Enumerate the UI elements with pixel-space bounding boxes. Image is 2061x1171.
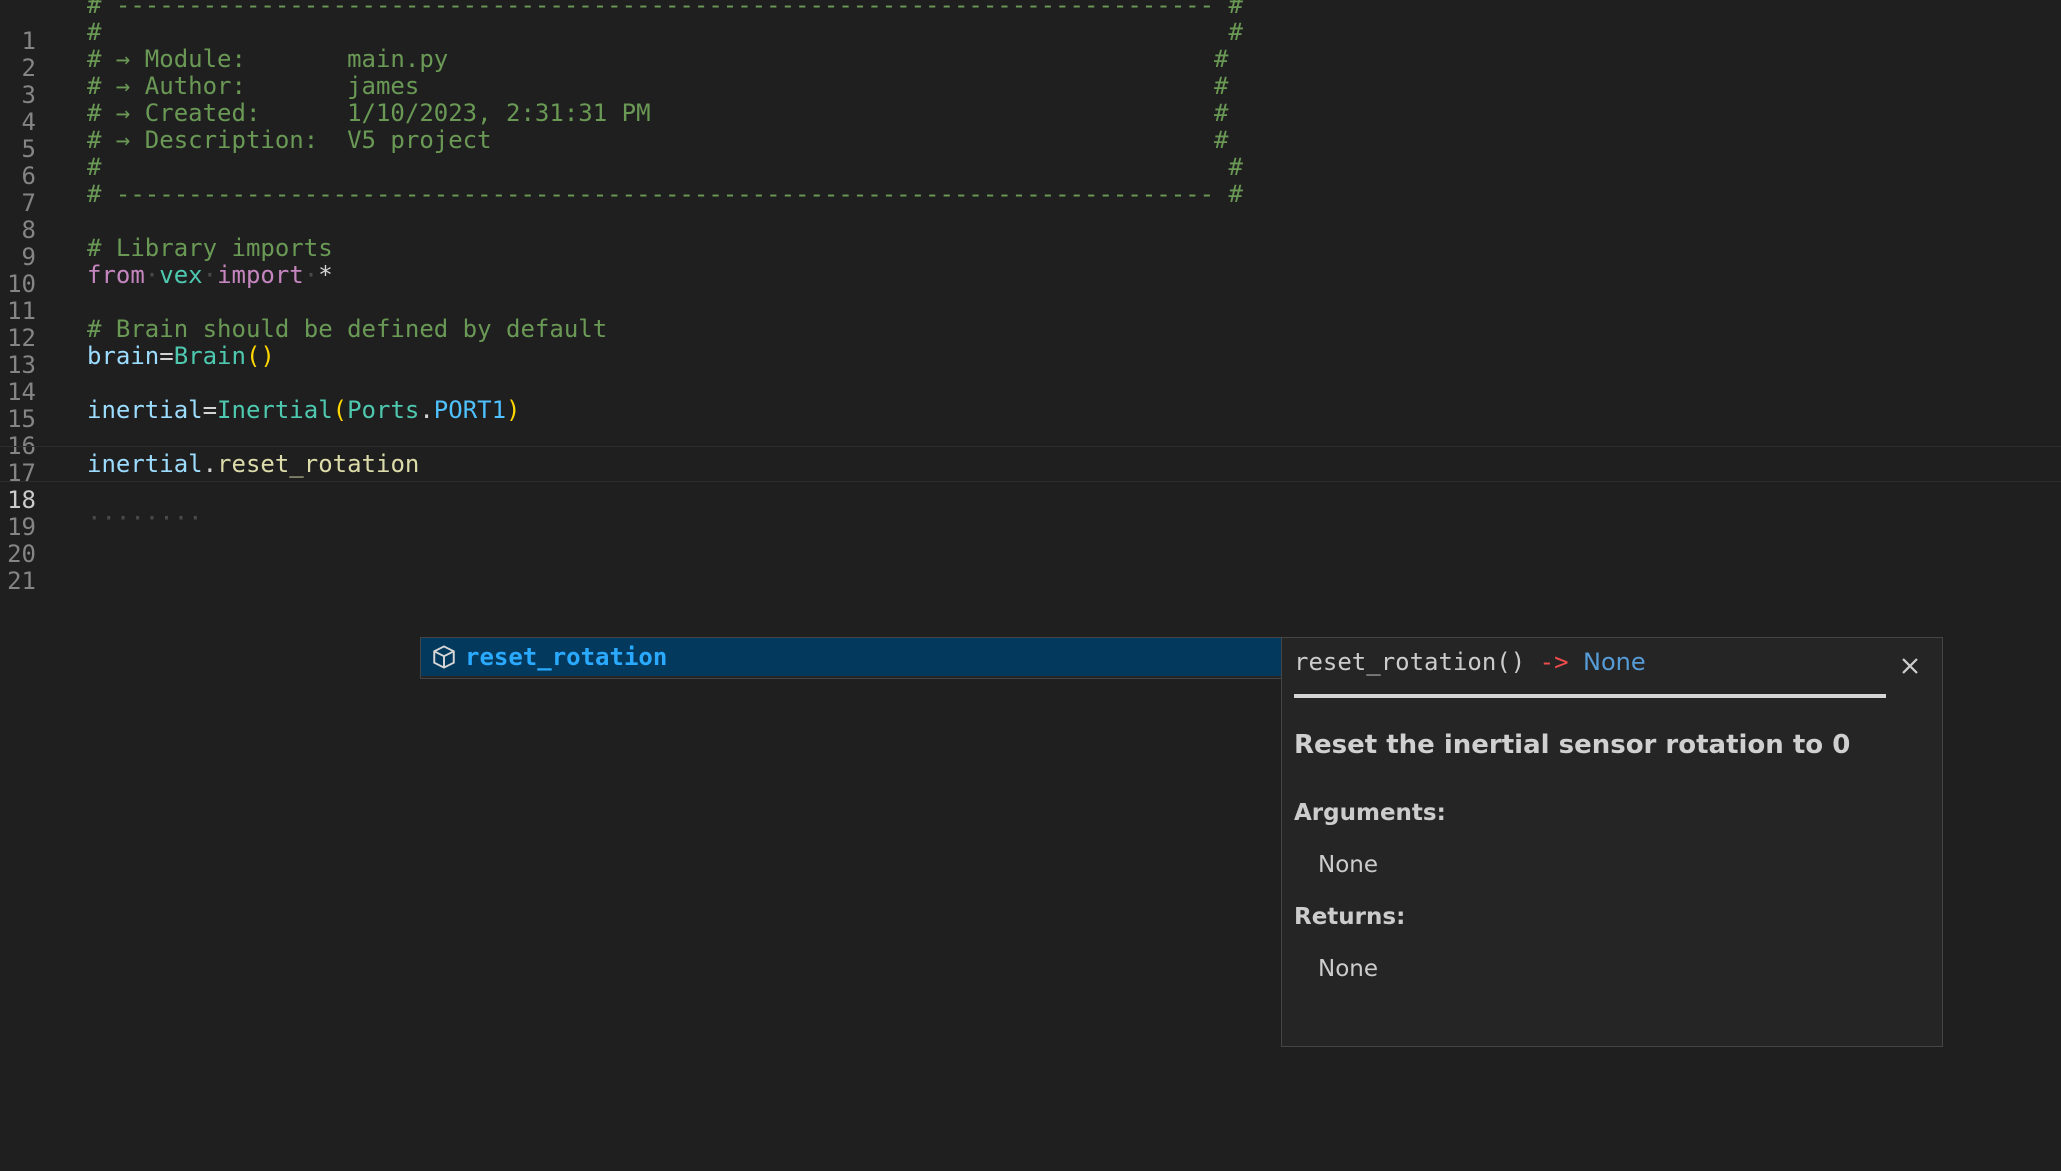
returns-heading: Returns: [1294,904,1406,930]
code-line[interactable]: 21 [0,527,2061,595]
suggest-item-reset-rotation[interactable]: reset_rotation [421,638,1281,676]
close-icon[interactable] [1896,652,1924,680]
suggest-widget: reset_rotation [420,637,1282,679]
arguments-value: None [1318,852,1379,878]
returns-value: None [1318,956,1379,982]
signature-return-type: None [1583,648,1646,676]
doc-summary: Reset the inertial sensor rotation to 0 [1294,730,1851,760]
method-cube-icon [429,642,459,672]
suggest-item-label: reset_rotation [465,643,668,671]
function-signature: reset_rotation() -> None [1294,648,1646,676]
signature-name: reset_rotation() [1294,648,1526,676]
signature-divider [1294,694,1886,698]
signature-arrow: -> [1539,648,1569,676]
arguments-heading: Arguments: [1294,800,1446,826]
suggest-details-panel: reset_rotation() -> None Reset the inert… [1281,637,1943,1047]
line-number: 21 [7,567,36,595]
